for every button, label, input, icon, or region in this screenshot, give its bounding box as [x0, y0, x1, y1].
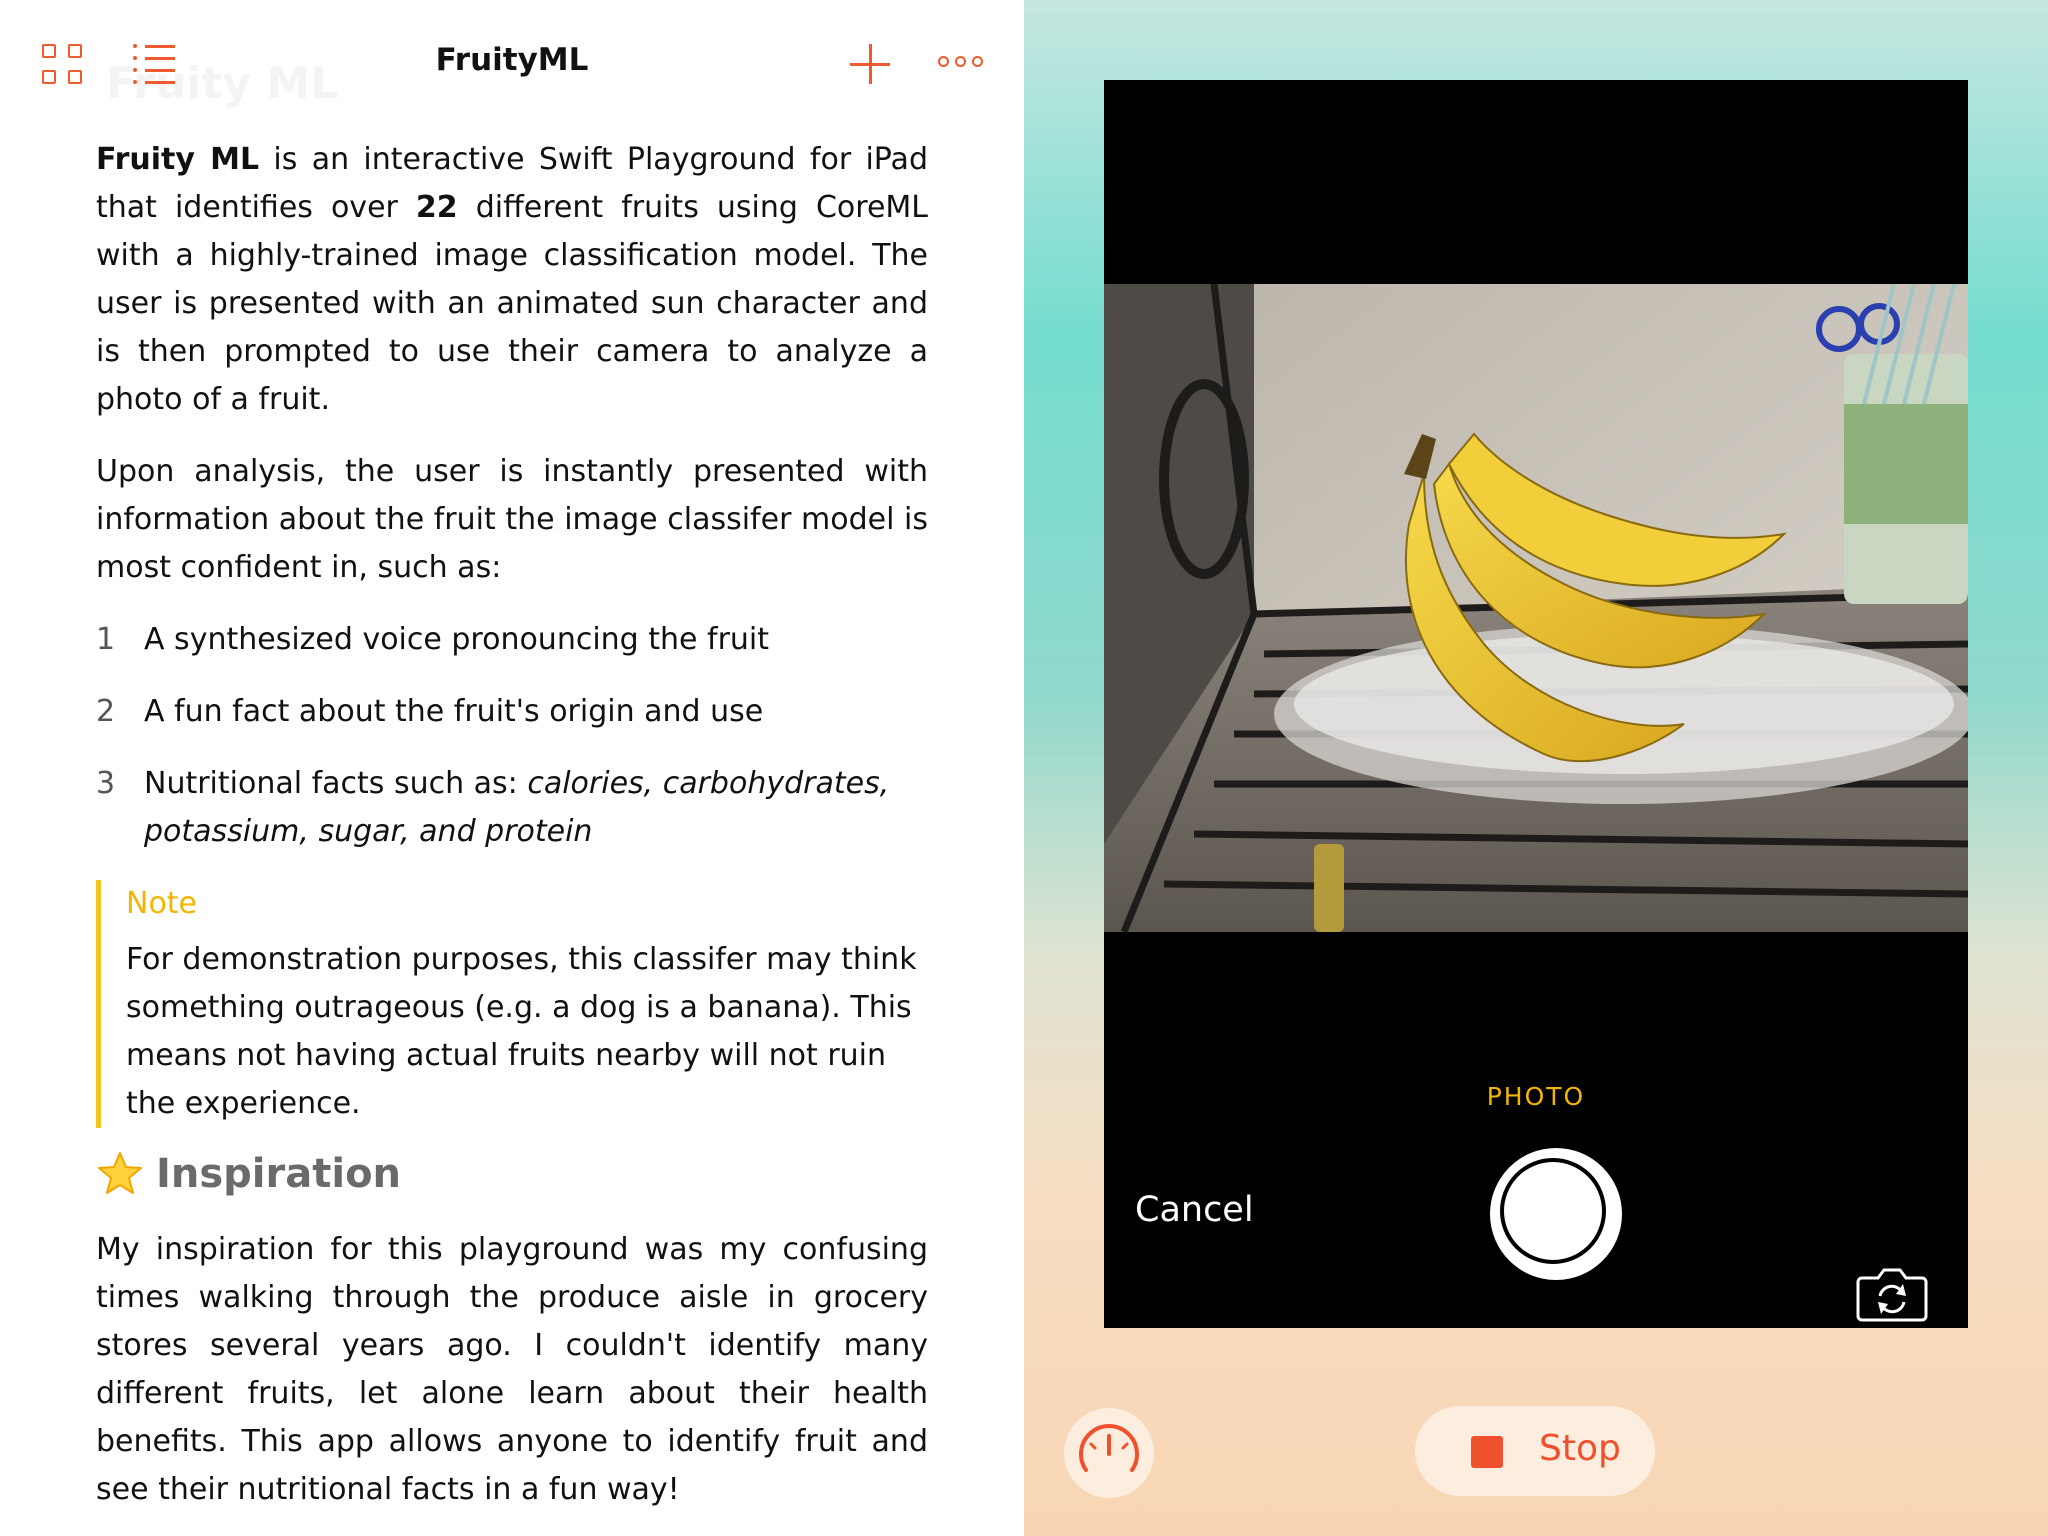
intro-app-name: Fruity ML	[96, 142, 260, 177]
shutter-button[interactable]	[1490, 1148, 1622, 1280]
list-item-number: 1	[96, 622, 116, 657]
camera-flip-icon[interactable]	[1856, 1264, 1928, 1324]
speedometer-button[interactable]	[1064, 1408, 1154, 1498]
document-pane: Fruity ML FruityML Fruity ML is an inter…	[0, 0, 1024, 1536]
list-item-text: A synthesized voice pronouncing the frui…	[144, 622, 770, 657]
photo-mode-label[interactable]: PHOTO	[1104, 1082, 1968, 1111]
live-view-pane: PHOTO Cancel Stop	[1024, 0, 2048, 1536]
list-item-text: Nutritional facts such as:	[144, 766, 528, 801]
note-title: Note	[126, 886, 198, 921]
list-item: 2 A fun fact about the fruit's origin an…	[96, 688, 928, 736]
inspiration-heading: Inspiration	[96, 1146, 928, 1202]
camera-picker: PHOTO Cancel	[1104, 80, 1968, 1328]
inspiration-heading-label: Inspiration	[156, 1151, 402, 1197]
more-icon[interactable]	[938, 56, 984, 70]
list-item: 3 Nutritional facts such as: calories, c…	[96, 760, 928, 856]
add-icon[interactable]	[850, 44, 890, 84]
inspiration-paragraph: My inspiration for this playground was m…	[96, 1232, 928, 1507]
document-body: Fruity ML is an interactive Swift Playgr…	[96, 136, 928, 1536]
camera-preview-image	[1104, 284, 1968, 932]
intro-paragraph: Fruity ML is an interactive Swift Playgr…	[96, 136, 928, 424]
cancel-button[interactable]: Cancel	[1135, 1190, 1254, 1230]
note-text: For demonstration purposes, this classif…	[126, 942, 917, 1121]
stop-label: Stop	[1539, 1428, 1621, 1469]
note-callout: Note For demonstration purposes, this cl…	[96, 880, 928, 1128]
intro-fruit-count: 22	[415, 190, 458, 225]
stop-button[interactable]: Stop	[1415, 1406, 1655, 1496]
list-item: 1 A synthesized voice pronouncing the fr…	[96, 616, 928, 664]
stop-icon	[1471, 1436, 1503, 1468]
list-item-text: A fun fact about the fruit's origin and …	[144, 694, 764, 729]
star-icon	[98, 1152, 142, 1194]
analysis-paragraph: Upon analysis, the user is instantly pre…	[96, 454, 928, 585]
speedometer-icon	[1079, 1424, 1139, 1472]
features-list: 1 A synthesized voice pronouncing the fr…	[96, 616, 928, 856]
list-item-number: 2	[96, 694, 116, 729]
list-item-number: 3	[96, 766, 116, 801]
